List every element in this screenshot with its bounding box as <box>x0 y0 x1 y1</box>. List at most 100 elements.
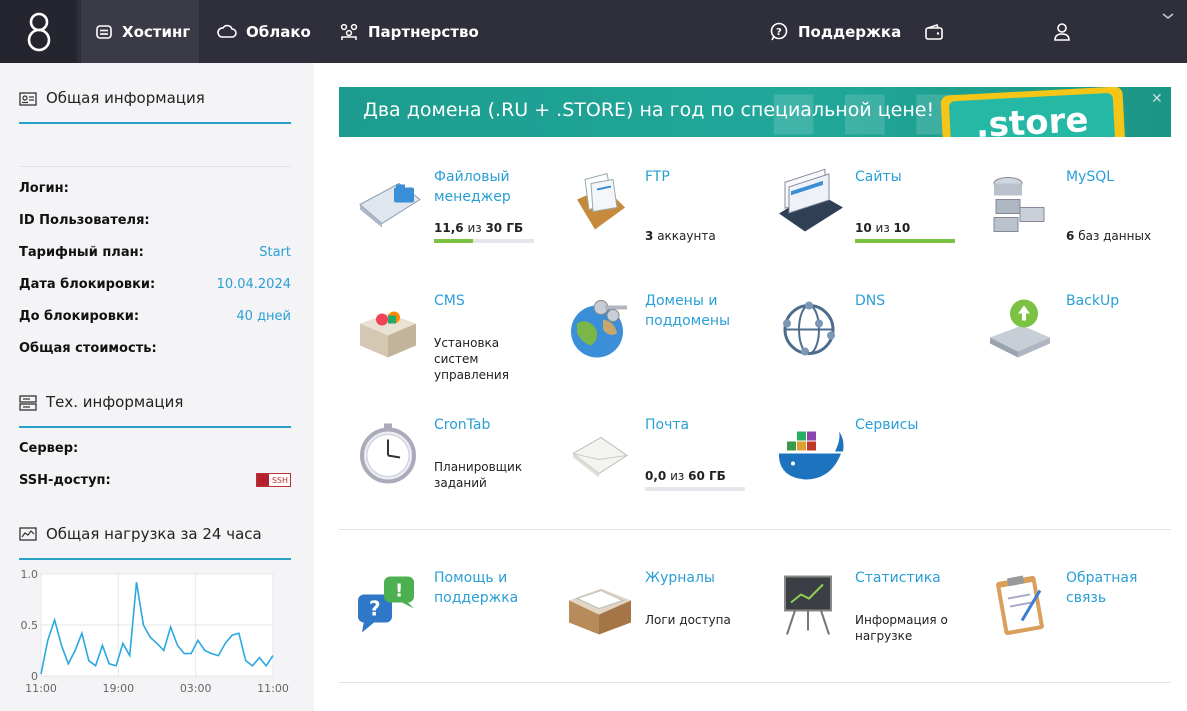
service-tile[interactable]: Обратная связь <box>976 568 1176 678</box>
usage-total: 10 <box>893 221 911 235</box>
usage-used: 0,0 <box>645 469 667 483</box>
divider <box>19 166 291 167</box>
tech-info-title: Тех. информация <box>46 393 184 411</box>
mysql-icon <box>993 177 1045 232</box>
clock-icon <box>360 423 416 484</box>
usage-of: из <box>670 469 685 483</box>
wallet-button[interactable] <box>910 0 958 63</box>
usage-text: 11,6 из 30 ГБ <box>434 220 544 236</box>
service-title[interactable]: Сайты <box>855 167 965 187</box>
info-row-login: Логин: <box>19 178 291 198</box>
count-caption: аккаунта <box>657 229 716 243</box>
service-title[interactable]: Журналы <box>645 568 755 588</box>
nav-support[interactable]: ? Поддержка <box>755 0 915 63</box>
nav-support-label: Поддержка <box>798 22 902 41</box>
user-account-button[interactable] <box>1038 0 1086 63</box>
service-tile[interactable]: ?! Помощь и поддержка <box>344 568 544 678</box>
service-title[interactable]: CMS <box>434 291 544 311</box>
service-tile[interactable]: Домены и поддомены <box>555 291 755 401</box>
load-title: Общая нагрузка за 24 часа <box>46 525 262 543</box>
server-rack-icon <box>19 394 37 412</box>
logs-box-icon <box>569 588 631 635</box>
service-title[interactable]: MySQL <box>1066 167 1176 187</box>
service-tile[interactable]: Почта 0,0 из 60 ГБ <box>555 415 755 525</box>
logo[interactable] <box>0 0 77 63</box>
chart-x-tick-label: 11:00 <box>257 682 289 695</box>
ssh-toggle-label: SSH <box>271 475 288 485</box>
info-label: Тарифный план: <box>19 244 144 260</box>
info-label: Общая стоимость: <box>19 340 157 356</box>
nav-hosting[interactable]: Хостинг <box>81 0 199 63</box>
close-icon[interactable]: ✕ <box>1151 91 1163 107</box>
service-tile[interactable]: FTP 3 аккаунта <box>555 167 755 277</box>
info-label: До блокировки: <box>19 308 140 324</box>
nav-cloud[interactable]: Облако <box>203 0 325 63</box>
info-row-total-cost: Общая стоимость: <box>19 338 291 358</box>
nav-partners[interactable]: Партнерство <box>325 0 493 63</box>
service-tile[interactable]: Сервисы <box>765 415 965 525</box>
chart-y-tick-label: 0.5 <box>21 619 39 632</box>
service-title[interactable]: BackUp <box>1066 291 1176 311</box>
stats-board-icon <box>784 575 832 635</box>
nav-partners-label: Партнерство <box>368 22 479 41</box>
id-card-icon <box>19 90 37 108</box>
ssh-toggle[interactable]: SSH <box>255 473 291 487</box>
service-title[interactable]: Файловый менеджер <box>434 167 544 207</box>
service-caption: Логи доступа <box>645 613 731 627</box>
service-title[interactable]: Почта <box>645 415 755 435</box>
service-tile[interactable]: CronTab Планировщик заданий <box>344 415 544 525</box>
service-tile[interactable]: MySQL 6 баз данных <box>976 167 1176 277</box>
service-tile[interactable]: Журналы Логи доступа <box>555 568 755 678</box>
chart-y-tick-label: 1.0 <box>21 568 39 581</box>
chevron-down-icon <box>1158 6 1178 26</box>
count-text: 6 баз данных <box>1066 228 1176 244</box>
service-tile[interactable]: Файловый менеджер 11,6 из 30 ГБ <box>344 167 544 277</box>
info-row-server: Сервер: <box>19 438 291 458</box>
info-row-plan: Тарифный план: Start <box>19 242 291 262</box>
block-date-value: 10.04.2024 <box>216 276 291 292</box>
service-title[interactable]: FTP <box>645 167 755 187</box>
help-bubbles-icon: ?! <box>358 576 414 633</box>
cloud-icon <box>217 22 237 42</box>
usage-of: из <box>467 221 482 235</box>
svg-text:?: ? <box>369 597 381 621</box>
wallet-icon <box>924 22 944 42</box>
service-tile[interactable]: BackUp <box>976 291 1176 401</box>
service-title[interactable]: DNS <box>855 291 965 311</box>
service-title[interactable]: Сервисы <box>855 415 965 435</box>
info-row-user-id: ID Пользователя: <box>19 210 291 230</box>
server-icon <box>95 22 113 42</box>
banner-text: Два домена (.RU + .STORE) на год по спец… <box>363 99 935 121</box>
service-tile[interactable]: DNS <box>765 291 965 401</box>
store-badge-label: .store <box>948 92 1116 137</box>
service-title[interactable]: Домены и поддомены <box>645 291 755 331</box>
service-tile[interactable]: Статистика Информация о нагрузке <box>765 568 965 678</box>
service-title[interactable]: Помощь и поддержка <box>434 568 544 608</box>
nav-hosting-label: Хостинг <box>122 22 191 41</box>
chart-x-tick-label: 11:00 <box>25 682 57 695</box>
cms-box-icon <box>360 311 416 358</box>
info-label: Сервер: <box>19 440 79 456</box>
count-caption: баз данных <box>1078 229 1152 243</box>
file-manager-icon <box>359 182 421 228</box>
service-tile[interactable]: Сайты 10 из 10 <box>765 167 965 277</box>
service-title[interactable]: Обратная связь <box>1066 568 1176 608</box>
support-chat-icon: ? <box>769 22 789 42</box>
usage-bar <box>434 239 534 243</box>
info-row-days-left: До блокировки: 40 дней <box>19 306 291 326</box>
plan-link[interactable]: Start <box>259 245 291 260</box>
svg-text:!: ! <box>395 581 403 602</box>
store-badge: .store <box>940 87 1126 137</box>
days-left-value: 40 дней <box>236 308 291 324</box>
service-title[interactable]: Статистика <box>855 568 965 588</box>
service-tile[interactable]: CMS Установка систем управления <box>344 291 544 401</box>
partners-icon <box>339 22 359 42</box>
promo-banner[interactable]: ■ ■ ■ Два домена (.RU + .STORE) на год п… <box>339 87 1171 137</box>
usage-used: 10 <box>855 221 872 235</box>
domains-globe-icon <box>571 300 627 358</box>
service-caption: Установка систем управления <box>434 336 509 382</box>
general-info-title: Общая информация <box>46 89 205 107</box>
account-dropdown-toggle[interactable] <box>1148 0 1187 47</box>
service-title[interactable]: CronTab <box>434 415 544 435</box>
load-chart: 0 0.5 1.0 11:00 19:00 03:00 11:00 <box>19 562 291 700</box>
